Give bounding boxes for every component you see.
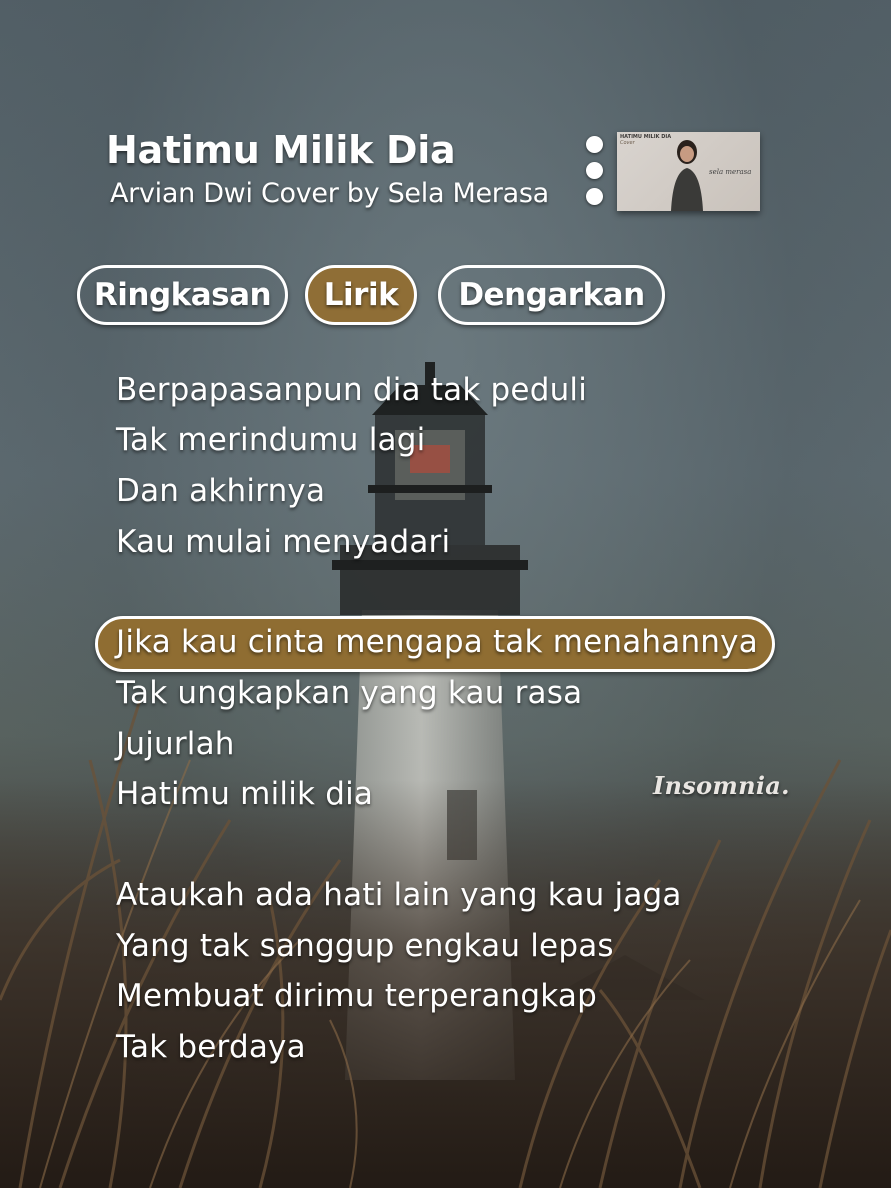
lyric-line[interactable]: Jujurlah — [116, 726, 235, 762]
tab-dengarkan[interactable]: Dengarkan — [438, 265, 665, 325]
lyric-line[interactable]: Hatimu milik dia — [116, 776, 373, 812]
lyric-line[interactable]: Tak merindumu lagi — [116, 422, 425, 458]
lyric-line-active[interactable]: Jika kau cinta mengapa tak menahannya — [116, 624, 758, 660]
album-cover-thumbnail[interactable]: HATIMU MILIK DIA Cover sela merasa — [617, 132, 760, 211]
cover-signature: sela merasa — [709, 168, 752, 176]
lyrics-app: Hatimu Milik Dia Arvian Dwi Cover by Sel… — [0, 0, 891, 1188]
more-vertical-icon — [586, 136, 603, 153]
lyric-line[interactable]: Ataukah ada hati lain yang kau jaga — [116, 877, 682, 913]
tab-lirik[interactable]: Lirik — [305, 265, 417, 325]
tab-ringkasan[interactable]: Ringkasan — [77, 265, 288, 325]
more-vertical-icon-dot — [586, 162, 603, 179]
lyric-line[interactable]: Membuat dirimu terperangkap — [116, 978, 597, 1014]
lyric-line[interactable]: Yang tak sanggup engkau lepas — [116, 928, 614, 964]
lyric-line[interactable]: Dan akhirnya — [116, 473, 325, 509]
more-options-button[interactable] — [582, 136, 608, 208]
lyric-line[interactable]: Kau mulai menyadari — [116, 524, 450, 560]
lyric-line[interactable]: Tak ungkapkan yang kau rasa — [116, 675, 582, 711]
lyric-line[interactable]: Tak berdaya — [116, 1029, 306, 1065]
watermark: Insomnia. — [653, 771, 790, 800]
song-artist: Arvian Dwi Cover by Sela Merasa — [110, 178, 549, 209]
more-vertical-icon-dot — [586, 188, 603, 205]
cover-subtitle: Cover — [620, 140, 635, 146]
song-title: Hatimu Milik Dia — [106, 128, 456, 172]
lyric-line[interactable]: Berpapasanpun dia tak peduli — [116, 372, 587, 408]
singer-photo — [671, 140, 703, 211]
